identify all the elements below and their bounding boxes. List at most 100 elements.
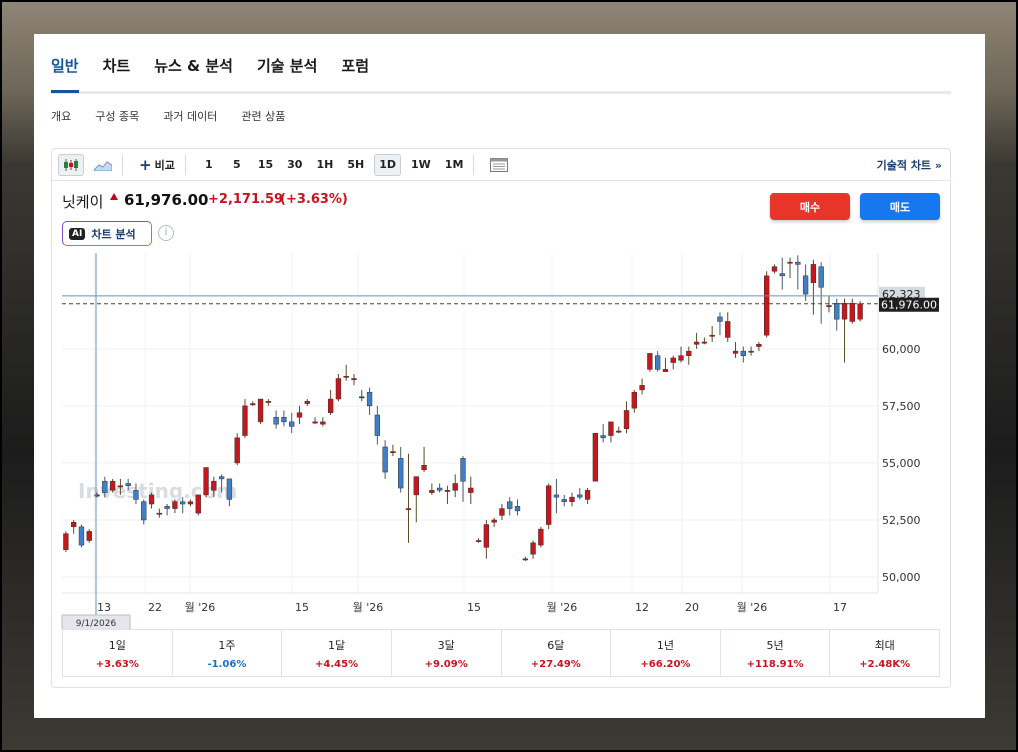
tab-forum[interactable]: 포럼 (341, 56, 369, 93)
candle-body (483, 524, 490, 548)
table-icon (490, 157, 509, 172)
tab-technical-analysis[interactable]: 기술 분석 (257, 56, 317, 93)
candle-body (475, 540, 482, 542)
candlestick-icon (64, 158, 78, 171)
candle-body (148, 494, 155, 505)
performance-period: 5년 (766, 638, 784, 652)
candle-body (569, 496, 575, 502)
candle-body (436, 487, 443, 491)
interval-1m[interactable]: 1M (441, 154, 468, 176)
candle-body (670, 357, 676, 363)
ai-badge: AI (69, 227, 86, 240)
performance-value: +3.63% (95, 658, 139, 670)
candle-body (553, 494, 560, 498)
subtab-related-products[interactable]: 관련 상품 (241, 108, 285, 124)
instrument-name: 닛케이 (62, 193, 104, 211)
performance-cell[interactable]: 1일 +3.63% (63, 630, 173, 676)
subtab-overview[interactable]: 개요 (51, 108, 71, 124)
candle-body (491, 519, 497, 523)
performance-period: 1일 (108, 638, 126, 652)
performance-cell[interactable]: 최대 +2.48K% (830, 630, 939, 676)
tab-news-analysis[interactable]: 뉴스 & 분석 (154, 56, 233, 93)
candle-body (109, 480, 116, 491)
info-icon[interactable]: i (158, 225, 174, 241)
candle-body (584, 490, 591, 500)
technical-chart-link[interactable]: 기술적 차트 » (877, 157, 942, 173)
candle-body (834, 302, 840, 320)
candle-body (795, 261, 801, 265)
interval-1w[interactable]: 1W (407, 154, 435, 176)
ai-chart-analysis-button[interactable]: AI 차트 분석 (62, 221, 152, 246)
compare-button[interactable]: + 비교 (135, 154, 179, 176)
plus-icon: + (139, 155, 152, 174)
performance-cell[interactable]: 3달 +9.09% (392, 630, 502, 676)
interval-15[interactable]: 15 (254, 154, 277, 176)
x-tick-label: 월 '26 (185, 601, 216, 614)
interval-30[interactable]: 30 (283, 154, 306, 176)
compare-label: 비교 (154, 158, 175, 172)
performance-bar: 1일 +3.63% 1주 -1.06% 1달 +4.45% 3달 +9.09% 6달 +27.49… (62, 629, 940, 677)
candle-body (335, 378, 342, 400)
candle-body (257, 398, 264, 423)
candle-body (351, 378, 357, 380)
interval-1d[interactable]: 1D (374, 153, 401, 176)
candle-body (826, 305, 832, 307)
y-tick-label: 50,000 (882, 571, 921, 584)
candle-body (654, 355, 661, 370)
candle-body (608, 421, 614, 436)
candle-body (779, 273, 785, 277)
candle-body (592, 433, 599, 482)
tab-chart[interactable]: 차트 (103, 56, 131, 93)
chart-toolbar: + 비교 1 5 15 30 1H 5H 1D 1W 1M 기술적 차트 » (52, 149, 950, 181)
crosshair-date-label: 9/1/2026 (76, 619, 117, 629)
candle-body (71, 522, 77, 528)
x-tick-label: 15 (467, 601, 481, 614)
data-table-button[interactable] (486, 154, 512, 176)
candle-body (390, 451, 396, 453)
tab-general[interactable]: 일반 (51, 56, 79, 93)
candlestick-type-button[interactable] (58, 153, 84, 176)
performance-value: +118.91% (746, 658, 804, 670)
candle-body (133, 490, 139, 500)
candle-body (810, 264, 817, 283)
ai-chart-label: 차트 분석 (91, 227, 136, 241)
performance-period: 1주 (218, 638, 236, 652)
interval-5h[interactable]: 5H (343, 154, 368, 176)
performance-cell[interactable]: 1주 -1.06% (173, 630, 283, 676)
candle-body (125, 483, 131, 487)
last-price: 61,976.00 (124, 191, 209, 209)
candle-body (522, 558, 528, 561)
sub-tabs: 개요 구성 종목 과거 데이터 관련 상품 (51, 108, 285, 124)
x-tick-label: 12 (635, 601, 649, 614)
performance-period: 1년 (656, 638, 674, 652)
candle-body (180, 501, 186, 505)
candle-body (187, 501, 194, 505)
candle-body (343, 375, 349, 378)
toolbar-divider (122, 154, 123, 175)
performance-cell[interactable]: 1달 +4.45% (282, 630, 392, 676)
buy-button[interactable]: 매수 (770, 193, 850, 220)
candle-body (701, 341, 708, 344)
sell-button[interactable]: 매도 (860, 193, 940, 220)
performance-cell[interactable]: 6달 +27.49% (502, 630, 612, 676)
candle-body (530, 542, 536, 555)
area-chart-type-button[interactable] (90, 154, 116, 176)
candle-body (359, 396, 365, 399)
candle-body (203, 467, 209, 496)
interval-1[interactable]: 1 (198, 154, 220, 176)
up-arrow-icon (110, 193, 118, 200)
interval-1h[interactable]: 1H (312, 154, 337, 176)
subtab-components[interactable]: 구성 종목 (95, 108, 139, 124)
subtab-historical-data[interactable]: 과거 데이터 (163, 108, 217, 124)
performance-cell[interactable]: 5년 +118.91% (721, 630, 831, 676)
interval-5[interactable]: 5 (226, 154, 248, 176)
x-tick-label: 15 (295, 601, 309, 614)
performance-period: 최대 (874, 638, 895, 652)
price-change: +2,171.59 (208, 192, 284, 207)
performance-cell[interactable]: 1년 +66.20% (611, 630, 721, 676)
candle-body (374, 414, 381, 436)
candle-body (631, 391, 637, 409)
price-chart[interactable]: 60,000 57,500 55,000 52,500 50,000 13 22 월 '26 1… (52, 253, 950, 629)
candle-body (514, 506, 521, 512)
candle-body (382, 446, 388, 473)
